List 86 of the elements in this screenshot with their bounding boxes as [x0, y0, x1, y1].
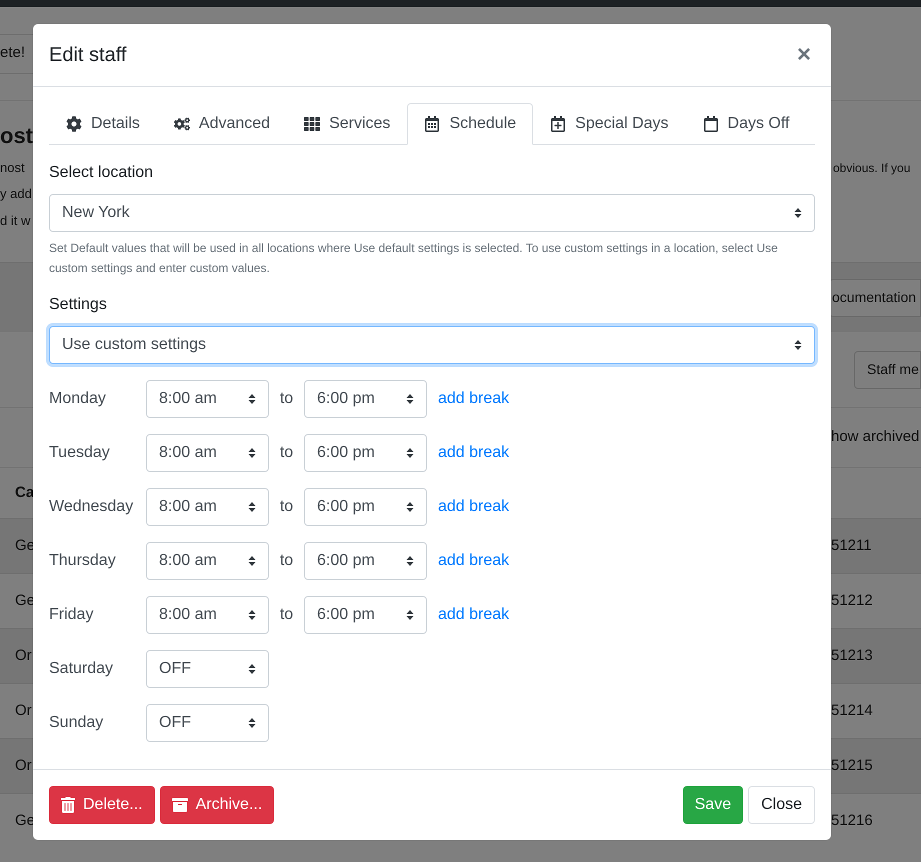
delete-button[interactable]: Delete... [49, 786, 155, 824]
tab[interactable]: Advanced [156, 103, 288, 145]
close-button[interactable]: Close [748, 786, 815, 824]
to-label: to [278, 389, 294, 409]
settings-select[interactable]: Use custom settings [49, 326, 815, 364]
calendar-icon [424, 116, 440, 132]
trash-icon [61, 797, 75, 813]
close-button[interactable]: × [796, 43, 815, 67]
time-select[interactable]: OFF [146, 704, 269, 742]
to-label: to [278, 605, 294, 625]
tab[interactable]: Special Days [533, 103, 686, 145]
time-select[interactable]: 6:00 pm [304, 542, 427, 580]
time-select[interactable]: 8:00 am [146, 542, 269, 580]
day-label: Saturday [49, 659, 114, 679]
page-text: d it w [0, 212, 32, 230]
tab[interactable]: Services [287, 103, 408, 145]
time-select[interactable]: 8:00 am [146, 488, 269, 526]
time-select[interactable]: 6:00 pm [304, 596, 427, 634]
day-label: Tuesday [49, 443, 111, 463]
add-break-link[interactable]: add break [438, 441, 510, 465]
caret-icon [794, 339, 802, 351]
caret-icon [248, 447, 256, 459]
page-text: obvious. If you [833, 161, 910, 175]
time-select[interactable]: OFF [146, 650, 269, 688]
caret-icon [406, 555, 414, 567]
page-text: y add [0, 184, 33, 203]
tab[interactable]: Schedule [407, 103, 534, 145]
table-cell-text: Or [14, 700, 32, 721]
caret-icon [248, 501, 256, 513]
alert-text: ete! [0, 43, 26, 64]
table-cell-text: 51216 [831, 810, 874, 831]
help-text: Set Default values that will be used in all locations where Use default settings is selected. To use custom settings in a location, select Use custom settings and enter custom values. [49, 240, 779, 277]
day-label: Sunday [49, 713, 104, 733]
location-select[interactable]: New York [49, 194, 815, 232]
tab[interactable]: Details [49, 103, 157, 145]
time-select[interactable]: 6:00 pm [304, 488, 427, 526]
documentation-button[interactable]: ocumentation [829, 278, 921, 316]
time-select[interactable]: 6:00 pm [304, 434, 427, 472]
caret-icon [248, 555, 256, 567]
time-select[interactable]: 8:00 am [146, 380, 269, 418]
table-cell-text: 51211 [831, 536, 873, 556]
day-label: Friday [49, 605, 94, 625]
table-cell-text: 51214 [831, 700, 874, 721]
caret-icon [406, 609, 414, 621]
archive-button[interactable]: Archive... [160, 786, 274, 824]
cog-icon [66, 116, 82, 132]
field-label: Select location [49, 163, 154, 183]
staff-menu-button[interactable]: Staff me [854, 350, 921, 388]
add-break-link[interactable]: add break [438, 495, 510, 519]
calendar-icon [702, 116, 719, 132]
page-heading: ost [0, 122, 33, 150]
tab[interactable]: Days Off [686, 103, 806, 145]
table-cell-text: Or [14, 756, 32, 776]
caret-icon [248, 393, 256, 405]
show-archived-label: how archived [831, 427, 920, 448]
table-cell-text: 51212 [831, 590, 874, 611]
dialog-title: Edit staff [49, 43, 126, 68]
caret-icon [406, 501, 414, 513]
caret-icon [794, 207, 802, 219]
time-select[interactable]: 6:00 pm [304, 380, 427, 418]
caret-icon [406, 447, 414, 459]
add-break-link[interactable]: add break [438, 603, 510, 627]
add-break-link[interactable]: add break [438, 387, 510, 411]
to-label: to [278, 443, 294, 463]
day-label: Thursday [49, 551, 117, 571]
add-break-link[interactable]: add break [438, 549, 510, 573]
calendar-plus-icon [550, 116, 566, 132]
column-header: Ca [15, 482, 34, 503]
cogs-icon [174, 116, 190, 132]
caret-icon [248, 609, 256, 621]
table-cell-text: 51215 [831, 756, 874, 776]
grid-icon [304, 116, 320, 132]
caret-icon [248, 717, 256, 729]
time-select[interactable]: 8:00 am [146, 596, 269, 634]
archive-icon [172, 797, 188, 813]
caret-icon [248, 663, 256, 675]
table-cell-text: Or [14, 646, 32, 666]
page-text: nost [0, 159, 26, 177]
field-label: Settings [49, 295, 108, 315]
time-select[interactable]: 8:00 am [146, 434, 269, 472]
day-label: Wednesday [49, 497, 134, 517]
to-label: to [278, 497, 294, 517]
day-label: Monday [49, 389, 107, 409]
caret-icon [406, 393, 414, 405]
table-cell-text: 51213 [831, 646, 874, 666]
to-label: to [278, 551, 294, 571]
